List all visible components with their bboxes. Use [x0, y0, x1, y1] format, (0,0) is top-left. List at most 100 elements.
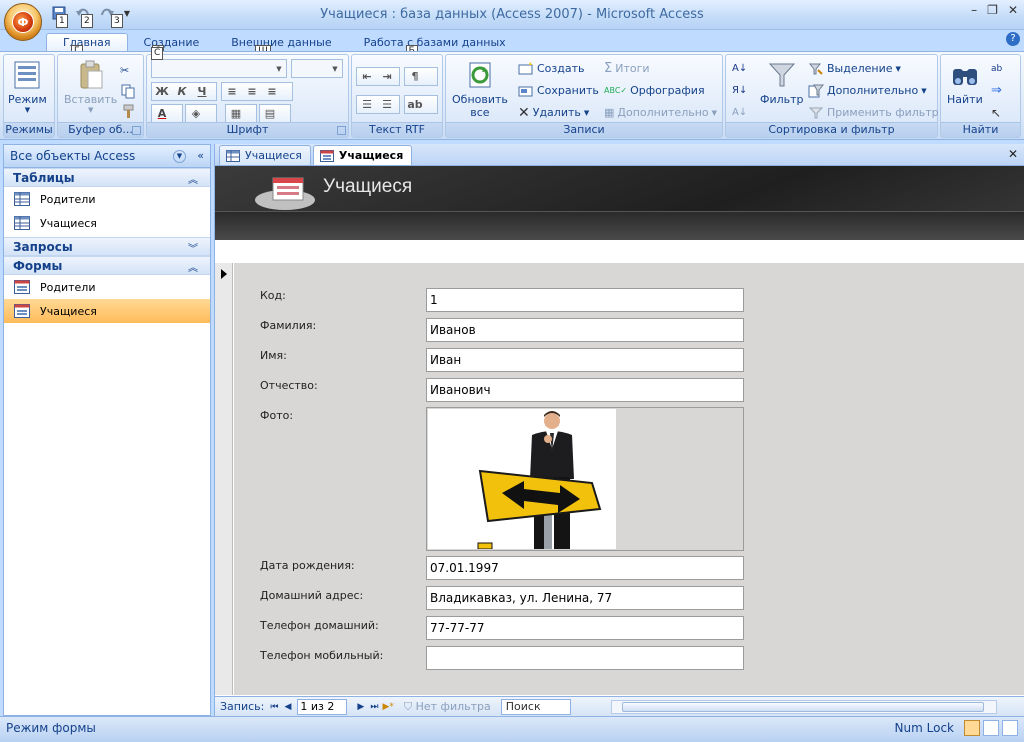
align-left-icon[interactable]: ≡: [222, 85, 242, 98]
prev-record-icon[interactable]: ◀: [284, 702, 291, 712]
restore-icon[interactable]: ❐: [987, 3, 998, 17]
delete-record-button[interactable]: ✕ Удалить ▼: [518, 103, 589, 122]
italic-button[interactable]: К: [172, 85, 192, 98]
mode-button[interactable]: Режим ▼: [8, 59, 47, 114]
font-color-button[interactable]: A: [151, 104, 183, 123]
nav-item-form-parents[interactable]: Родители: [4, 275, 210, 299]
group-clipboard: Вставить ▼ ✂ Буфер об...: [57, 54, 144, 138]
last-record-icon[interactable]: ⏭: [370, 702, 378, 712]
spelling-button[interactable]: ABC✓ Орфография: [604, 81, 705, 100]
format-painter-icon[interactable]: [120, 101, 136, 120]
increase-indent-icon[interactable]: ⇥: [377, 70, 397, 83]
search-input[interactable]: Поиск: [500, 698, 571, 715]
collapse-pane-icon[interactable]: «: [197, 149, 204, 162]
font-size-combo[interactable]: ▼: [291, 59, 343, 78]
new-record-button[interactable]: Создать: [518, 59, 585, 78]
form-title: Учащиеся: [323, 176, 413, 197]
filter-button[interactable]: Фильтр: [760, 59, 804, 106]
apply-filter-button[interactable]: Применить фильтр: [808, 103, 939, 122]
find-button[interactable]: Найти: [947, 59, 983, 106]
align-right-icon[interactable]: ≡: [262, 85, 282, 98]
nav-item-table-students[interactable]: Учащиеся: [4, 211, 210, 235]
underline-button[interactable]: Ч: [192, 85, 212, 98]
sort-desc-icon[interactable]: Я↓: [732, 81, 747, 100]
font-launcher-icon[interactable]: [337, 126, 346, 135]
ribbon-tabs: ГлавнаяГ СозданиеС Внешние данныеШ Работ…: [46, 30, 522, 58]
no-filter-button[interactable]: ⛉ Нет фильтра: [404, 700, 491, 714]
nav-menu-icon[interactable]: ▼: [173, 150, 186, 163]
field-mobile-phone[interactable]: [426, 646, 744, 670]
nav-pane-header[interactable]: Все объекты Access ▼ «: [4, 145, 210, 168]
paste-button[interactable]: Вставить ▼: [64, 59, 117, 114]
close-document-icon[interactable]: ✕: [1008, 147, 1018, 161]
form-view-icon: [14, 61, 40, 89]
current-record-field[interactable]: 1 из 2: [297, 698, 348, 715]
minimize-icon[interactable]: –: [971, 3, 977, 17]
save-record-button[interactable]: Сохранить: [518, 81, 599, 100]
layout-view-button[interactable]: [983, 720, 999, 736]
tab-create[interactable]: СозданиеС: [128, 34, 216, 58]
next-record-icon[interactable]: ▶: [357, 702, 364, 712]
group-clipboard-label: Буфер об...: [58, 122, 143, 137]
field-surname[interactable]: Иванов: [426, 318, 744, 342]
doc-tab-form-students[interactable]: Учащиеся: [312, 145, 413, 165]
cut-icon[interactable]: ✂: [120, 61, 129, 80]
field-id[interactable]: 1: [426, 288, 744, 312]
copy-icon[interactable]: [120, 81, 136, 100]
font-name-combo[interactable]: ▼: [151, 59, 287, 78]
fill-color-icon: ◈: [191, 107, 201, 120]
replace-icon[interactable]: ab: [991, 59, 1002, 78]
highlight-button[interactable]: ab: [404, 95, 438, 114]
clear-sort-icon[interactable]: A↓: [732, 103, 747, 122]
field-home-phone[interactable]: 77-77-77: [426, 616, 744, 640]
field-photo[interactable]: [426, 407, 744, 551]
tab-external-data[interactable]: Внешние данныеШ: [215, 34, 347, 58]
sort-asc-icon[interactable]: A↓: [732, 59, 747, 78]
bold-button[interactable]: Ж: [152, 85, 172, 98]
help-icon[interactable]: ?: [1006, 32, 1020, 46]
label-birth-date: Дата рождения:: [260, 559, 355, 572]
more-records-button[interactable]: ▦ Дополнительно ▼: [604, 103, 717, 122]
gridlines-button[interactable]: ▦: [225, 104, 257, 123]
goto-icon[interactable]: ⇒: [991, 81, 1002, 100]
select-icon[interactable]: ↖: [991, 103, 1001, 122]
close-window-icon[interactable]: ✕: [1008, 3, 1018, 17]
alt-fill-button[interactable]: ▤: [259, 104, 291, 123]
group-rtf-label: Текст RTF: [352, 122, 442, 137]
field-birth-date[interactable]: 07.01.1997: [426, 556, 744, 580]
form-view-button[interactable]: [964, 720, 980, 736]
nav-section-tables[interactable]: Таблицы ︽: [4, 168, 210, 187]
tab-home[interactable]: ГлавнаяГ: [46, 33, 128, 58]
office-button[interactable]: Ф: [4, 3, 42, 41]
record-selector[interactable]: [215, 263, 233, 695]
nav-section-forms[interactable]: Формы ︽: [4, 256, 210, 275]
first-record-icon[interactable]: ⏮: [270, 702, 278, 712]
nav-item-form-students[interactable]: Учащиеся: [4, 299, 210, 323]
doc-tab-table-students[interactable]: Учащиеся: [219, 145, 311, 165]
save-record-icon: [518, 86, 533, 96]
selection-button[interactable]: Выделение ▼: [808, 59, 901, 78]
scrollbar-thumb[interactable]: [622, 702, 984, 712]
field-patronymic[interactable]: Иванович: [426, 378, 744, 402]
label-surname: Фамилия:: [260, 319, 317, 332]
paragraph-button[interactable]: ¶: [404, 67, 438, 86]
fill-color-button[interactable]: ◈: [185, 104, 217, 123]
align-center-icon[interactable]: ≡: [242, 85, 262, 98]
advanced-filter-button[interactable]: Дополнительно ▼: [808, 81, 927, 100]
horizontal-scrollbar[interactable]: [611, 700, 997, 714]
nav-section-queries[interactable]: Запросы ︾: [4, 237, 210, 256]
new-record-nav-icon[interactable]: ▶*: [382, 702, 393, 712]
tab-database-tools[interactable]: Работа с базами данныхБ: [348, 34, 522, 58]
refresh-all-button[interactable]: Обновить все: [452, 59, 508, 119]
design-view-button[interactable]: [1002, 720, 1018, 736]
spelling-label: Орфография: [630, 84, 705, 97]
numbered-list-icon[interactable]: ☰: [357, 98, 377, 111]
totals-button[interactable]: Σ Итоги: [604, 59, 650, 78]
decrease-indent-icon[interactable]: ⇤: [357, 70, 377, 83]
field-home-address[interactable]: Владикавказ, ул. Ленина, 77: [426, 586, 744, 610]
bullet-list-icon[interactable]: ☰: [377, 98, 397, 111]
nav-item-label: Родители: [40, 192, 96, 206]
nav-item-table-parents[interactable]: Родители: [4, 187, 210, 211]
clipboard-launcher-icon[interactable]: [132, 126, 141, 135]
field-name[interactable]: Иван: [426, 348, 744, 372]
